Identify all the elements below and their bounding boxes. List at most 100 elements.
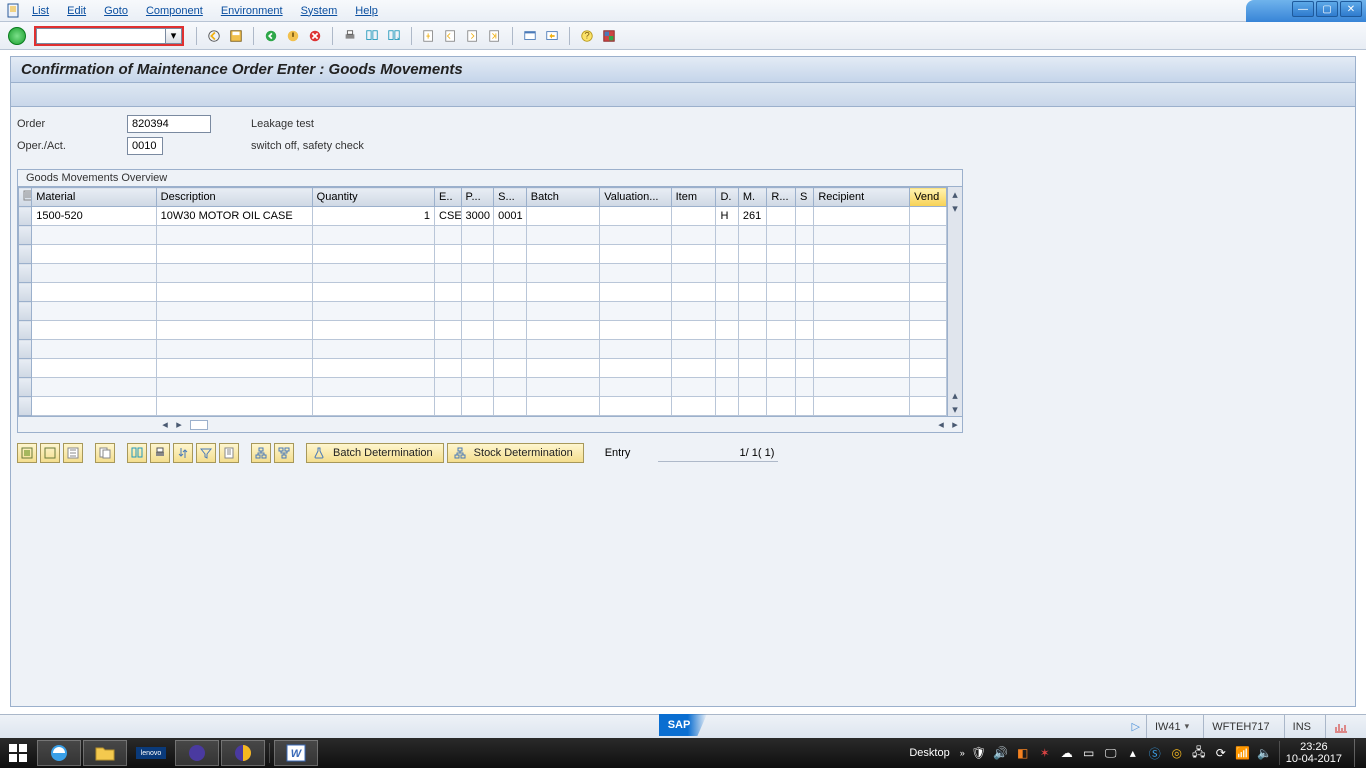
menu-component[interactable]: Component	[146, 5, 203, 17]
scroll-down-icon[interactable]: ▾	[948, 201, 962, 215]
cell-quantity[interactable]: 1	[312, 207, 434, 226]
cell-valuation[interactable]	[600, 207, 671, 226]
row-selector[interactable]	[19, 245, 32, 264]
table-row[interactable]	[19, 283, 947, 302]
col-description[interactable]: Description	[156, 188, 312, 207]
back-green-icon[interactable]	[262, 27, 280, 45]
scroll-right-icon[interactable]: ▸	[172, 418, 186, 432]
print-icon[interactable]	[341, 27, 359, 45]
order-field[interactable]	[127, 115, 211, 133]
cell-r[interactable]	[767, 207, 796, 226]
row-selector[interactable]	[19, 340, 32, 359]
cell-recipient[interactable]	[814, 207, 910, 226]
sort-icon[interactable]	[173, 443, 193, 463]
first-page-icon[interactable]	[420, 27, 438, 45]
exit-icon[interactable]	[284, 27, 302, 45]
row-selector[interactable]	[19, 226, 32, 245]
hierarchy2-icon[interactable]	[274, 443, 294, 463]
menu-system[interactable]: System	[301, 5, 338, 17]
tray-monitor-icon[interactable]: 🖵	[1103, 745, 1119, 761]
command-field[interactable]	[36, 28, 166, 44]
shortcut-icon[interactable]	[543, 27, 561, 45]
taskbar-clock[interactable]: 23:26 10-04-2017	[1279, 741, 1348, 765]
print-icon[interactable]	[150, 443, 170, 463]
hierarchy-icon[interactable]	[251, 443, 271, 463]
scroll-down2-icon[interactable]: ▾	[948, 402, 962, 416]
tray-speaker-icon[interactable]: 🔊	[993, 745, 1009, 761]
row-selector[interactable]	[19, 283, 32, 302]
new-entries-icon[interactable]	[63, 443, 83, 463]
help-icon[interactable]: ?	[578, 27, 596, 45]
tray-link-icon[interactable]: 🖧	[1191, 745, 1207, 761]
col-s[interactable]: S...	[494, 188, 527, 207]
task-lenovo[interactable]: lenovo	[129, 740, 173, 766]
find-next-icon[interactable]	[385, 27, 403, 45]
col-m[interactable]: M.	[738, 188, 767, 207]
prev-page-icon[interactable]	[442, 27, 460, 45]
task-sap[interactable]	[221, 740, 265, 766]
cell-d[interactable]: H	[716, 207, 738, 226]
row-selector[interactable]	[19, 378, 32, 397]
operact-field[interactable]	[127, 137, 163, 155]
tray-norton-icon[interactable]: ◎	[1169, 745, 1185, 761]
row-selector[interactable]	[19, 302, 32, 321]
tray-app-icon[interactable]: ◧	[1015, 745, 1031, 761]
table-row[interactable]	[19, 302, 947, 321]
menu-goto[interactable]: Goto	[104, 5, 128, 17]
table-row[interactable]	[19, 245, 947, 264]
col-quantity[interactable]: Quantity	[312, 188, 434, 207]
tray-wifi-icon[interactable]: 📶	[1235, 745, 1251, 761]
show-desktop[interactable]	[1354, 739, 1360, 767]
status-server[interactable]: WFTEH717	[1203, 715, 1277, 738]
status-tcode[interactable]: IW41 ▾	[1146, 715, 1197, 738]
table-row[interactable]	[19, 359, 947, 378]
tray-cloud-icon[interactable]: ☁	[1059, 745, 1075, 761]
cell-m[interactable]: 261	[738, 207, 767, 226]
back-icon[interactable]	[205, 27, 223, 45]
save-icon[interactable]	[227, 27, 245, 45]
close-button[interactable]: ✕	[1340, 1, 1362, 17]
details-icon[interactable]	[219, 443, 239, 463]
find-icon[interactable]	[127, 443, 147, 463]
last-page-icon[interactable]	[486, 27, 504, 45]
table-config-corner[interactable]	[19, 188, 32, 207]
copy-icon[interactable]	[95, 443, 115, 463]
tray-app2-icon[interactable]: ✶	[1037, 745, 1053, 761]
deselect-all-icon[interactable]	[40, 443, 60, 463]
col-material[interactable]: Material	[32, 188, 156, 207]
horizontal-scrollbar[interactable]: ◂ ▸ ◂ ▸	[18, 416, 962, 432]
table-row[interactable]	[19, 397, 947, 416]
nav-arrow-icon[interactable]: ▷	[1132, 720, 1140, 733]
cell-p[interactable]: 3000	[461, 207, 494, 226]
row-selector[interactable]	[19, 321, 32, 340]
row-selector[interactable]	[19, 207, 32, 226]
col-e[interactable]: E..	[435, 188, 462, 207]
tray-volume-icon[interactable]: 🔈	[1257, 745, 1273, 761]
task-explorer[interactable]	[83, 740, 127, 766]
task-word[interactable]: W	[274, 740, 318, 766]
stock-determination-button[interactable]: Stock Determination	[447, 443, 584, 463]
task-ie[interactable]	[37, 740, 81, 766]
vertical-scrollbar[interactable]: ▴ ▾ ▴ ▾	[947, 187, 962, 416]
menu-environment[interactable]: Environment	[221, 5, 283, 17]
cancel-icon[interactable]	[306, 27, 324, 45]
cell-s2[interactable]	[795, 207, 813, 226]
minimize-button[interactable]: —	[1292, 1, 1314, 17]
col-valuation[interactable]: Valuation...	[600, 188, 671, 207]
chevron-icon[interactable]: »	[960, 748, 965, 758]
filter-icon[interactable]	[196, 443, 216, 463]
tray-skype-icon[interactable]: Ⓢ	[1147, 745, 1163, 761]
scroll-up-icon[interactable]: ▴	[948, 187, 962, 201]
col-item[interactable]: Item	[671, 188, 716, 207]
scroll-left2-icon[interactable]: ◂	[934, 418, 948, 432]
col-batch[interactable]: Batch	[526, 188, 599, 207]
row-selector[interactable]	[19, 264, 32, 283]
table-row[interactable]	[19, 378, 947, 397]
tray-sync-icon[interactable]: ⟳	[1213, 745, 1229, 761]
table-settings-icon[interactable]: Vend	[910, 188, 947, 207]
table-row[interactable]	[19, 321, 947, 340]
row-selector[interactable]	[19, 397, 32, 416]
next-page-icon[interactable]	[464, 27, 482, 45]
row-selector[interactable]	[19, 359, 32, 378]
layout-icon[interactable]	[600, 27, 618, 45]
